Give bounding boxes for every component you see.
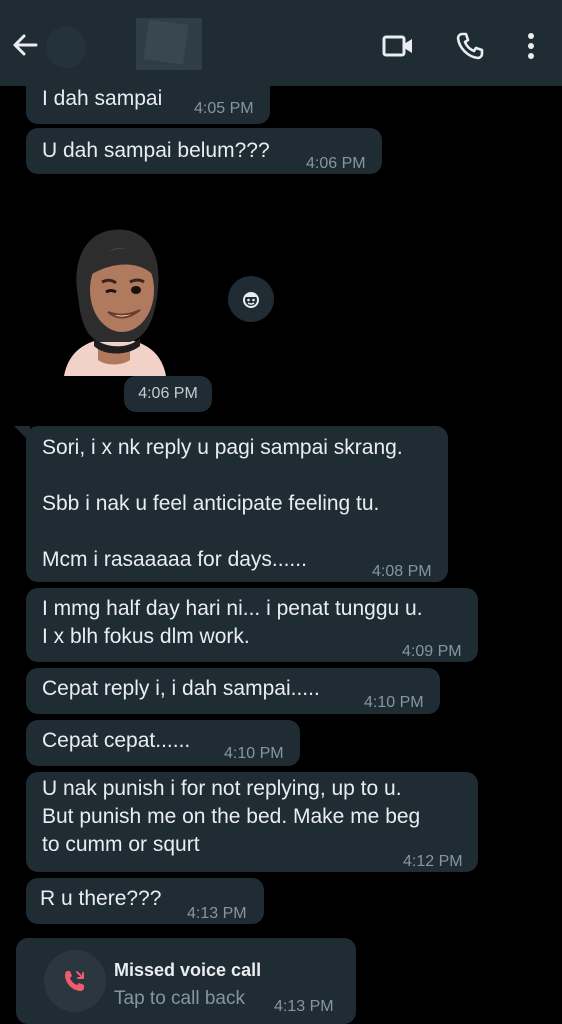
message-time: 4:05 PM (194, 100, 254, 117)
video-camera-icon (382, 35, 412, 57)
message-time: 4:10 PM (224, 745, 284, 762)
message-time: 4:13 PM (187, 905, 247, 922)
message-text: I dah sampai (42, 87, 163, 110)
message-text: U nak punish i for not replying, up to u… (42, 777, 421, 856)
avatar[interactable] (46, 26, 86, 68)
avatar-emoji-icon (243, 292, 259, 308)
message-text: Cepat cepat...... (42, 729, 191, 752)
message-time: 4:06 PM (306, 155, 366, 172)
sticker-reaction-button[interactable] (228, 276, 274, 322)
video-call-button[interactable] (382, 30, 414, 62)
missed-call-icon (65, 971, 84, 991)
message-bubble[interactable]: Cepat cepat...... 4:10 PM (26, 720, 300, 766)
message-time: 4:08 PM (372, 563, 432, 580)
message-bubble[interactable]: U dah sampai belum??? 4:06 PM (26, 128, 382, 174)
message-bubble[interactable]: I dah sampai 4:05 PM (26, 70, 270, 124)
message-text: I mmg half day hari ni... i penat tunggu… (42, 597, 423, 648)
contact-name-redaction (143, 19, 189, 65)
sticker-time: 4:06 PM (124, 376, 212, 412)
message-text: Sori, i x nk reply u pagi sampai skrang.… (42, 436, 403, 571)
missed-call-title: Missed voice call (114, 960, 262, 980)
message-list[interactable]: I dah sampai 4:05 PM U dah sampai belum?… (0, 70, 562, 1024)
phone-icon (456, 32, 484, 60)
more-vertical-icon (528, 33, 534, 59)
message-bubble[interactable]: R u there??? 4:13 PM (26, 878, 264, 924)
message-bubble[interactable]: U nak punish i for not replying, up to u… (26, 772, 478, 872)
missed-call-icon-circle (44, 950, 106, 1012)
message-bubble[interactable]: Cepat reply i, i dah sampai..... 4:10 PM (26, 668, 440, 714)
missed-call-bubble[interactable]: Missed voice call Tap to call back 4:13 … (16, 938, 356, 1024)
message-text: R u there??? (40, 887, 162, 910)
menu-button[interactable] (516, 30, 546, 62)
sticker-image[interactable] (58, 226, 170, 376)
message-text: Cepat reply i, i dah sampai..... (42, 677, 320, 700)
message-bubble[interactable]: Sori, i x nk reply u pagi sampai skrang.… (26, 426, 448, 582)
missed-call-subtitle: Tap to call back (114, 988, 245, 1009)
message-bubble[interactable]: I mmg half day hari ni... i penat tunggu… (26, 588, 478, 662)
arrow-left-icon (13, 34, 38, 56)
message-time: 4:09 PM (402, 643, 462, 660)
message-time: 4:12 PM (403, 853, 463, 870)
avatar-blurred (46, 26, 86, 68)
voice-call-button[interactable] (454, 30, 486, 62)
message-time: 4:10 PM (364, 694, 424, 711)
avatar-sticker-icon (64, 229, 166, 376)
back-button[interactable] (10, 30, 42, 60)
missed-call-time: 4:13 PM (274, 998, 334, 1015)
message-text: U dah sampai belum??? (42, 139, 270, 162)
